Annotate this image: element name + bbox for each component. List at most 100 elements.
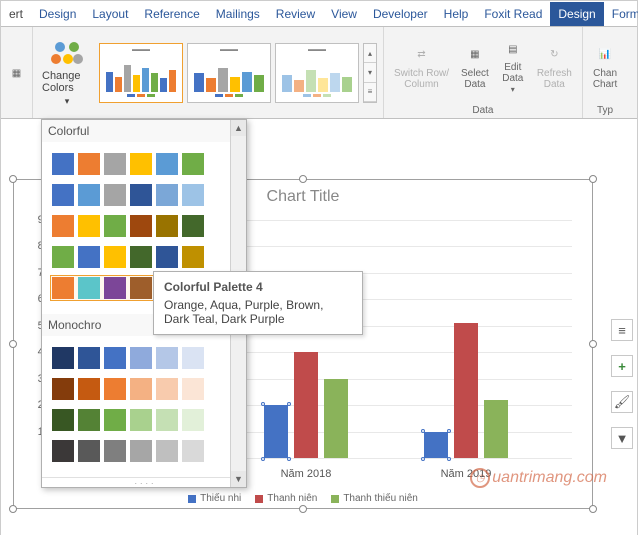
change-colors-icon — [51, 40, 83, 68]
color-swatch — [52, 409, 74, 431]
chart-filters-icon[interactable]: ▼ — [611, 427, 633, 449]
ribbon-tabs: ert Design Layout Reference Mailings Rev… — [1, 1, 637, 27]
dd-resize-grip: · · · · — [42, 477, 246, 487]
tooltip-desc: Orange, Aqua, Purple, Brown, Dark Teal, … — [164, 298, 352, 326]
color-swatch — [182, 184, 204, 206]
color-swatch — [104, 347, 126, 369]
dd-section-colorful: Colorful — [42, 120, 246, 142]
switch-row-column-button: ⇄Switch Row/ Column — [390, 42, 453, 92]
color-swatch — [130, 215, 152, 237]
chart-bar[interactable] — [484, 400, 508, 458]
tab-review[interactable]: Review — [268, 2, 323, 26]
select-data-button[interactable]: ▦Select Data — [457, 42, 493, 92]
color-swatch — [104, 184, 126, 206]
chart-styles-icon[interactable]: 🖌 — [611, 391, 633, 413]
edit-icon: ▤ — [501, 38, 525, 60]
palette-row[interactable] — [50, 438, 238, 464]
palette-row[interactable] — [50, 376, 238, 402]
chart-bar[interactable] — [324, 379, 348, 458]
tab-mailings[interactable]: Mailings — [208, 2, 268, 26]
palette-row[interactable] — [50, 345, 238, 371]
color-swatch — [52, 153, 74, 175]
color-swatch — [104, 246, 126, 268]
chart-bar[interactable] — [264, 405, 288, 458]
change-colors-button[interactable]: Change Colors▾ — [39, 35, 95, 112]
color-swatch — [182, 409, 204, 431]
tab-layout[interactable]: Layout — [84, 2, 136, 26]
palette-row[interactable] — [50, 151, 238, 177]
color-swatch — [78, 246, 100, 268]
ribbon-group-chartstyles: Change Colors▾ ▬▬▬ ▬▬▬ ▬▬▬ ▴▾≡ — [33, 27, 384, 118]
color-swatch — [52, 378, 74, 400]
palette-tooltip: Colorful Palette 4 Orange, Aqua, Purple,… — [153, 271, 363, 335]
color-swatch — [52, 215, 74, 237]
color-swatch — [156, 184, 178, 206]
tab-format[interactable]: Format — [604, 2, 638, 26]
color-swatch — [52, 184, 74, 206]
edit-data-button[interactable]: ▤Edit Data▾ — [497, 36, 529, 97]
chart-style-3[interactable]: ▬▬▬ — [275, 43, 359, 103]
ribbon-group-addelement: ▦ — [1, 27, 33, 118]
xtick-label: Năm 2018 — [246, 468, 366, 480]
ribbon-group-label-type: Typ — [597, 103, 613, 116]
color-swatch — [130, 246, 152, 268]
chart-legend: Thiếu nhiThanh niênThanh thiếu niên — [14, 493, 592, 504]
tooltip-title: Colorful Palette 4 — [164, 280, 352, 294]
color-swatch — [104, 378, 126, 400]
palette-row[interactable] — [50, 213, 238, 239]
color-swatch — [156, 409, 178, 431]
chart-style-2[interactable]: ▬▬▬ — [187, 43, 271, 103]
color-swatch — [182, 347, 204, 369]
tab-reference[interactable]: Reference — [136, 2, 207, 26]
chart-elements-icon[interactable]: + — [611, 355, 633, 377]
tab-view[interactable]: View — [323, 2, 365, 26]
color-swatch — [130, 409, 152, 431]
ribbon: ▦ Change Colors▾ ▬▬▬ ▬▬▬ ▬▬▬ ▴▾≡ — [1, 27, 637, 119]
color-swatch — [104, 153, 126, 175]
color-swatch — [130, 347, 152, 369]
change-chart-type-button[interactable]: 📊Chan Chart — [589, 42, 621, 92]
legend-item: Thanh niên — [255, 493, 317, 504]
add-element-button[interactable]: ▦ — [1, 60, 33, 86]
tab-help[interactable]: Help — [436, 2, 477, 26]
color-swatch — [78, 378, 100, 400]
color-swatch — [130, 184, 152, 206]
color-swatch — [156, 215, 178, 237]
color-swatch — [78, 440, 100, 462]
legend-item: Thanh thiếu niên — [331, 493, 418, 504]
chart-layout-options-icon[interactable]: ≡ — [611, 319, 633, 341]
table-icon: ▦ — [463, 44, 487, 66]
scroll-down-icon[interactable]: ▼ — [231, 471, 246, 487]
palette-row[interactable] — [50, 244, 238, 270]
color-swatch — [130, 440, 152, 462]
tab-developer[interactable]: Developer — [365, 2, 436, 26]
refresh-icon: ↻ — [542, 44, 566, 66]
tab-insert-cut[interactable]: ert — [1, 2, 31, 26]
chart-type-icon: 📊 — [593, 44, 617, 66]
color-swatch — [52, 277, 74, 299]
color-swatch — [52, 347, 74, 369]
palette-row[interactable] — [50, 407, 238, 433]
color-swatch — [182, 215, 204, 237]
ribbon-group-data: ⇄Switch Row/ Column ▦Select Data ▤Edit D… — [384, 27, 583, 118]
color-swatch — [78, 277, 100, 299]
refresh-data-button: ↻Refresh Data — [533, 42, 576, 92]
chart-bar[interactable] — [294, 352, 318, 458]
color-swatch — [156, 440, 178, 462]
tab-design[interactable]: Design — [31, 2, 84, 26]
watermark: ◷uantrimang.com — [470, 468, 607, 488]
color-swatch — [78, 347, 100, 369]
ribbon-group-label-data: Data — [472, 103, 493, 116]
switch-icon: ⇄ — [410, 44, 434, 66]
chart-bar[interactable] — [454, 323, 478, 458]
chart-style-more[interactable]: ▴▾≡ — [363, 43, 377, 103]
chart-bar[interactable] — [424, 432, 448, 458]
tab-chart-design[interactable]: Design — [550, 2, 603, 26]
color-swatch — [104, 440, 126, 462]
tab-foxit[interactable]: Foxit Read — [476, 2, 550, 26]
scroll-up-icon[interactable]: ▲ — [231, 120, 246, 136]
chart-side-buttons: ≡ + 🖌 ▼ — [611, 319, 633, 449]
chart-style-1[interactable]: ▬▬▬ — [99, 43, 183, 103]
palette-row[interactable] — [50, 182, 238, 208]
ribbon-group-type: 📊Chan Chart Typ — [583, 27, 627, 118]
